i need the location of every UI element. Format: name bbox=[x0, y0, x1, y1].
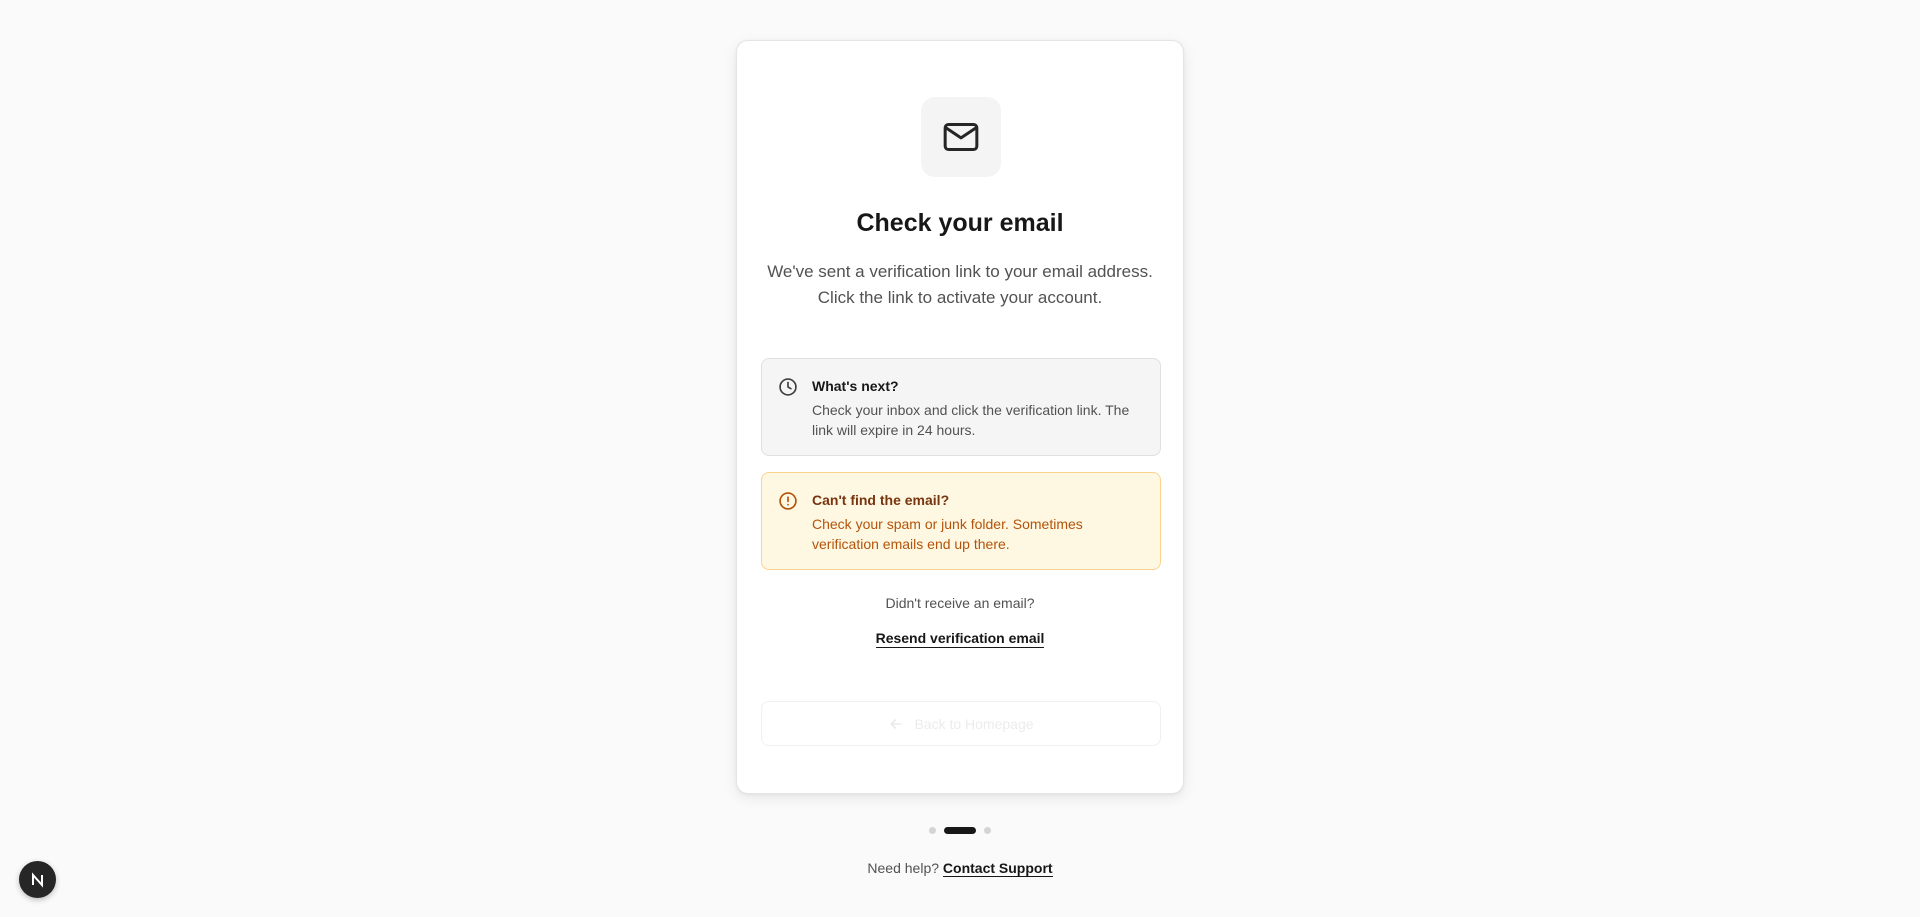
step-dot-2-active[interactable] bbox=[944, 827, 976, 834]
mail-icon bbox=[943, 123, 979, 151]
resend-verification-link[interactable]: Resend verification email bbox=[875, 630, 1045, 648]
resend-link-container: Resend verification email bbox=[737, 630, 1183, 648]
verification-card: Check your email We've sent a verificati… bbox=[736, 40, 1184, 794]
whats-next-box: What's next? Check your inbox and click … bbox=[761, 358, 1161, 456]
contact-support-link[interactable]: Contact Support bbox=[942, 860, 1053, 877]
need-help-text: Need help? bbox=[867, 860, 940, 876]
help-footer: Need help? Contact Support bbox=[0, 860, 1920, 877]
alert-circle-icon bbox=[779, 492, 797, 510]
step-dot-1[interactable] bbox=[929, 827, 936, 834]
cant-find-box: Can't find the email? Check your spam or… bbox=[761, 472, 1161, 570]
page-subtitle: We've sent a verification link to your e… bbox=[767, 262, 1153, 307]
whats-next-title: What's next? bbox=[812, 378, 899, 394]
page-title: Check your email bbox=[856, 209, 1064, 237]
back-to-homepage-label: Back to Homepage bbox=[914, 715, 1034, 732]
mail-icon-tile bbox=[921, 97, 1001, 177]
n-logo-icon bbox=[31, 871, 43, 888]
step-indicator bbox=[0, 827, 1920, 834]
cant-find-text: Check your spam or junk folder. Sometime… bbox=[812, 516, 1083, 552]
step-dot-3[interactable] bbox=[984, 827, 991, 834]
whats-next-text: Check your inbox and click the verificat… bbox=[812, 402, 1130, 438]
clock-icon bbox=[779, 378, 797, 396]
didnt-receive-text: Didn't receive an email? bbox=[885, 595, 1035, 611]
dev-tools-badge[interactable] bbox=[19, 861, 56, 898]
cant-find-title: Can't find the email? bbox=[812, 492, 950, 508]
back-to-homepage-button[interactable]: Back to Homepage bbox=[761, 701, 1161, 746]
arrow-left-icon bbox=[891, 718, 902, 729]
